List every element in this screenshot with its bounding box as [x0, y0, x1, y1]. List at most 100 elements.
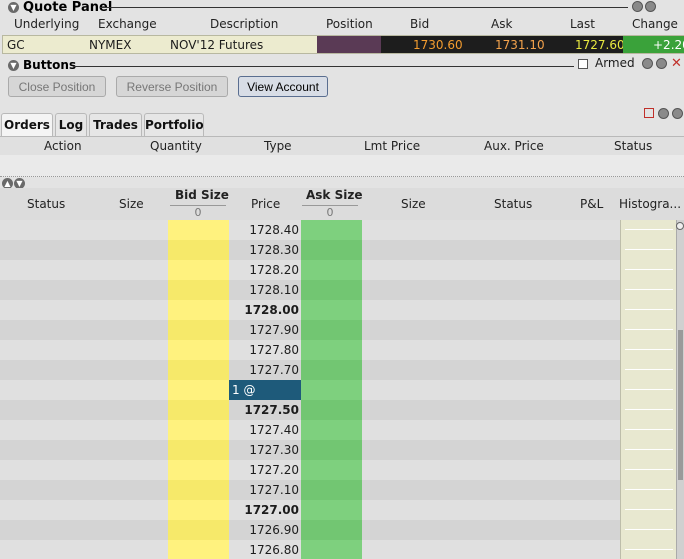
collapse-icon[interactable]: ▼	[8, 59, 19, 71]
tab-orders[interactable]: Orders	[1, 113, 53, 136]
bid-size-cell[interactable]	[168, 320, 229, 340]
histogram-bar	[625, 409, 673, 410]
ladder-row[interactable]: 1 @ 1727...	[0, 380, 684, 417]
ladder-row[interactable]: 1727.90	[0, 320, 684, 340]
bid-size-cell[interactable]	[168, 500, 229, 520]
ladder-row[interactable]: 1727.70	[0, 360, 684, 380]
header-bid: Bid	[410, 17, 430, 31]
ask-size-cell[interactable]	[301, 380, 362, 400]
price-cell[interactable]: 1727.00	[229, 500, 301, 520]
quote-change-value: +2.20	[653, 38, 684, 52]
price-cell[interactable]: 1728.40	[229, 220, 301, 240]
edit-icon[interactable]	[644, 108, 654, 118]
header-price: Price	[251, 197, 281, 211]
quote-bid[interactable]: 1730.60	[413, 38, 463, 52]
ladder-row[interactable]: 1727.00	[0, 500, 684, 520]
ladder-row[interactable]: 1726.90	[0, 520, 684, 540]
ask-size-cell[interactable]	[301, 260, 362, 280]
bid-size-cell[interactable]	[168, 260, 229, 280]
settings-icon[interactable]	[645, 1, 656, 12]
ask-size-cell[interactable]	[301, 240, 362, 260]
bid-size-cell[interactable]	[168, 340, 229, 360]
ladder-row[interactable]: 1727.80	[0, 340, 684, 360]
price-cell[interactable]: 1728.20	[229, 260, 301, 280]
bid-size-cell[interactable]	[168, 360, 229, 380]
bid-size-cell[interactable]	[168, 280, 229, 300]
ask-size-cell[interactable]	[301, 280, 362, 300]
price-cell[interactable]: 1727.10	[229, 480, 301, 500]
price-cell[interactable]: 1727.50	[229, 400, 301, 420]
tab-trades[interactable]: Trades	[89, 113, 142, 136]
quote-row[interactable]: GC NYMEX NOV'12 Futures 1730.60 1731.10 …	[2, 35, 684, 54]
reverse-position-button[interactable]: Reverse Position	[116, 76, 228, 97]
price-cell[interactable]: 1726.90	[229, 520, 301, 540]
divider	[100, 7, 628, 8]
price-cell[interactable]: 1728.30	[229, 240, 301, 260]
ladder-row[interactable]: 1728.20	[0, 260, 684, 280]
histogram-bar	[625, 429, 673, 430]
ladder-row[interactable]: 1727.10	[0, 480, 684, 500]
detach-icon[interactable]	[632, 1, 643, 12]
detach-icon[interactable]	[658, 108, 669, 119]
ladder-row[interactable]: 1727.40	[0, 420, 684, 440]
ask-size-cell[interactable]	[301, 300, 362, 320]
bid-size-cell[interactable]	[168, 420, 229, 440]
price-cell[interactable]: 1727.70	[229, 360, 301, 380]
ask-size-cell[interactable]	[301, 340, 362, 360]
ladder-row[interactable]: 1728.40	[0, 220, 684, 240]
bid-size-cell[interactable]	[168, 480, 229, 500]
quote-ask[interactable]: 1731.10	[495, 38, 545, 52]
bid-size-cell[interactable]	[168, 380, 229, 400]
settings-icon[interactable]	[672, 108, 683, 119]
ask-size-cell[interactable]	[301, 500, 362, 520]
bid-size-cell[interactable]	[168, 440, 229, 460]
bid-size-cell[interactable]	[168, 460, 229, 480]
ask-size-cell[interactable]	[301, 420, 362, 440]
ladder-row[interactable]: 1727.20	[0, 460, 684, 480]
close-icon[interactable]: ✕	[671, 56, 682, 71]
ask-size-cell[interactable]	[301, 360, 362, 380]
ask-size-cell[interactable]	[301, 440, 362, 460]
close-position-button[interactable]: Close Position	[8, 76, 106, 97]
ask-size-cell[interactable]	[301, 480, 362, 500]
scroll-thumb[interactable]	[678, 330, 683, 480]
ladder-row[interactable]: 1726.80	[0, 540, 684, 559]
scroll-up-icon[interactable]	[676, 222, 684, 230]
price-cell[interactable]: 1728.00	[229, 300, 301, 320]
price-cell[interactable]: 1727.80	[229, 340, 301, 360]
price-cell[interactable]: 1726.80	[229, 540, 301, 559]
bid-size-cell[interactable]	[168, 520, 229, 540]
bid-size-cell[interactable]	[168, 540, 229, 559]
ask-size-cell[interactable]	[301, 520, 362, 540]
price-cell[interactable]: 1727.20	[229, 460, 301, 480]
price-ladder: 1728.40 1728.30 1728.20 1728.10 1728.00 1727.…	[0, 220, 684, 559]
ladder-row[interactable]: 1727.30	[0, 440, 684, 460]
bid-size-cell[interactable]	[168, 300, 229, 320]
ask-size-cell[interactable]	[301, 540, 362, 559]
histogram-bar	[625, 549, 673, 550]
view-account-button[interactable]: View Account	[238, 76, 328, 97]
settings-icon[interactable]	[656, 58, 667, 69]
ask-size-cell[interactable]	[301, 220, 362, 240]
price-cell[interactable]: 1727.40	[229, 420, 301, 440]
ladder-row[interactable]: 1727.50	[0, 400, 684, 420]
collapse-icon[interactable]: ▼	[8, 2, 19, 13]
tab-log[interactable]: Log	[55, 113, 87, 136]
ask-size-cell[interactable]	[301, 400, 362, 420]
price-cell[interactable]: 1727.90	[229, 320, 301, 340]
bid-size-cell[interactable]	[168, 400, 229, 420]
price-cell[interactable]: 1727.30	[229, 440, 301, 460]
bid-size-cell[interactable]	[168, 240, 229, 260]
price-cell[interactable]: 1 @ 1727...	[229, 380, 301, 417]
ladder-row[interactable]: 1728.10	[0, 280, 684, 300]
ladder-row[interactable]: 1728.00	[0, 300, 684, 320]
detach-icon[interactable]	[642, 58, 653, 69]
ladder-scrollbar[interactable]	[676, 220, 684, 559]
tab-portfolio[interactable]: Portfolio	[144, 113, 204, 136]
ask-size-cell[interactable]	[301, 460, 362, 480]
bid-size-cell[interactable]	[168, 220, 229, 240]
price-cell[interactable]: 1728.10	[229, 280, 301, 300]
armed-checkbox[interactable]	[578, 59, 588, 69]
ask-size-cell[interactable]	[301, 320, 362, 340]
ladder-row[interactable]: 1728.30	[0, 240, 684, 260]
